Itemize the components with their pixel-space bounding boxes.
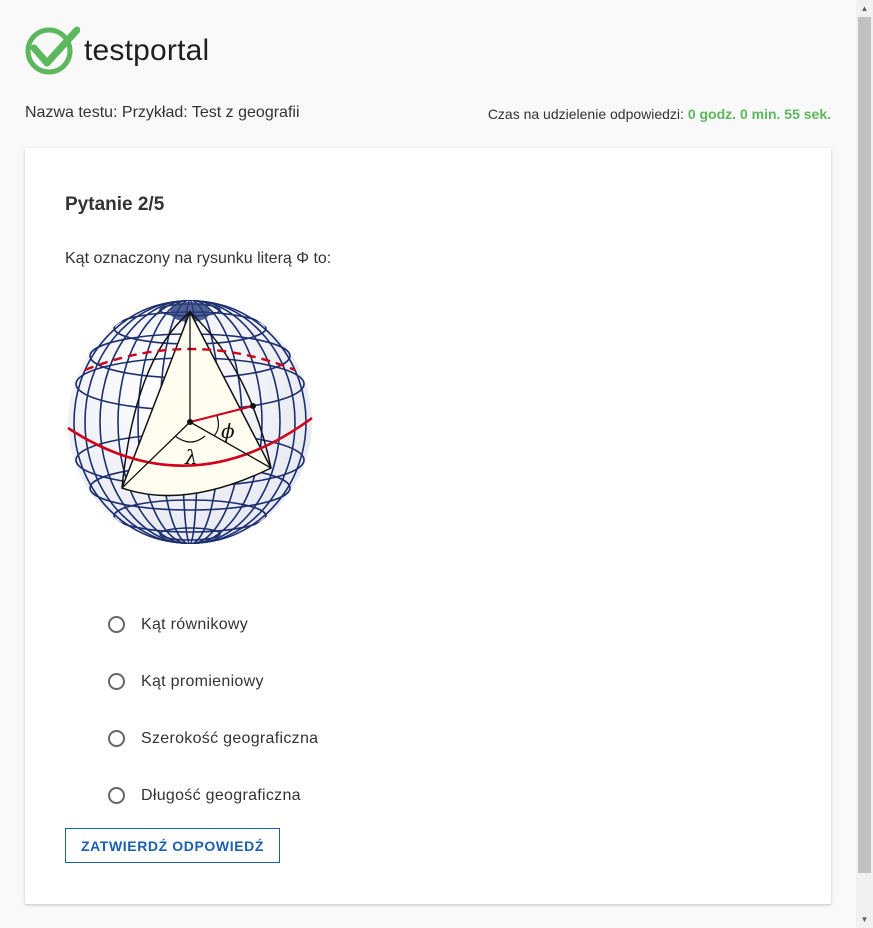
globe-diagram-image: ϕ λ: [67, 300, 313, 544]
radio-button[interactable]: [108, 730, 125, 747]
answer-label: Szerokość geograficzna: [141, 729, 319, 747]
answer-label: Długość geograficzna: [141, 786, 301, 804]
lambda-label: λ: [184, 445, 198, 469]
question-title: Pytanie 2/5: [65, 194, 165, 215]
radio-button[interactable]: [108, 787, 125, 804]
answer-option[interactable]: Kąt promieniowy: [108, 653, 318, 710]
answer-list: Kąt równikowy Kąt promieniowy Szerokość …: [108, 596, 318, 824]
answer-label: Kąt równikowy: [141, 615, 249, 633]
radio-button[interactable]: [108, 616, 125, 633]
timer-value: 0 godz. 0 min. 55 sek.: [687, 106, 831, 122]
answer-option[interactable]: Długość geograficzna: [108, 767, 318, 824]
brand-name: testportal: [84, 34, 210, 67]
test-page: testportal Nazwa testu: Przykład: Test z…: [0, 0, 856, 928]
scrollbar-thumb[interactable]: [858, 17, 871, 873]
time-label: Czas na udzielenie odpowiedzi:: [487, 106, 684, 122]
answer-option[interactable]: Szerokość geograficzna: [108, 710, 318, 767]
testportal-logo: testportal: [24, 24, 209, 78]
question-card: Pytanie 2/5 Kąt oznaczony na rysunku lit…: [25, 148, 831, 904]
time-remaining: Czas na udzielenie odpowiedzi: 0 godz. 0…: [488, 106, 831, 122]
submit-answer-button[interactable]: ZATWIERDŹ ODPOWIEDŹ: [65, 828, 280, 863]
radio-button[interactable]: [108, 673, 125, 690]
globe-figure: ϕ λ: [65, 298, 317, 555]
scroll-down-arrow-icon[interactable]: ▼: [856, 911, 873, 928]
answer-option[interactable]: Kąt równikowy: [108, 596, 318, 653]
phi-label: ϕ: [221, 419, 235, 443]
scroll-up-arrow-icon[interactable]: ▲: [856, 0, 873, 17]
vertical-scrollbar[interactable]: ▲ ▼: [856, 0, 873, 928]
checkmark-logo-icon: [25, 26, 80, 75]
question-text: Kąt oznaczony na rysunku literą Φ to:: [65, 250, 332, 267]
test-name: Nazwa testu: Przykład: Test z geografii: [25, 104, 300, 121]
answer-label: Kąt promieniowy: [141, 672, 264, 690]
